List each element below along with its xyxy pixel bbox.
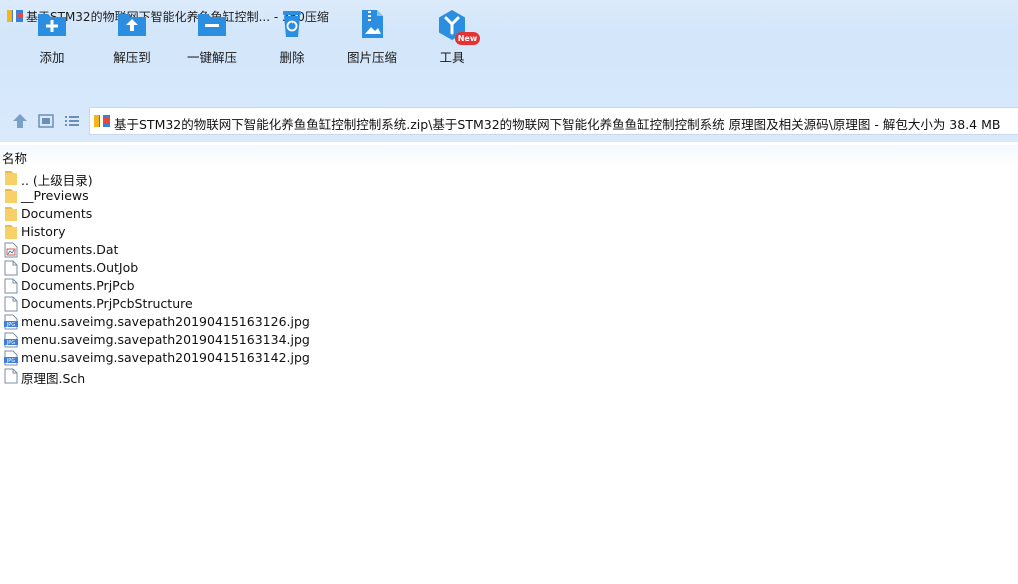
archive-icon bbox=[94, 115, 110, 127]
svg-text:JPG: JPG bbox=[6, 322, 15, 328]
list-item[interactable]: JPG menu.saveimg.savepath20190415163134.… bbox=[0, 331, 1018, 349]
jpg-file-icon: JPG bbox=[4, 350, 18, 366]
one-click-extract-button[interactable]: 一键解压 bbox=[177, 6, 247, 66]
address-path: 基于STM32的物联网下智能化养鱼鱼缸控制控制系统.zip\基于STM32的物联… bbox=[114, 117, 1001, 132]
folder-icon bbox=[5, 207, 17, 221]
folder-icon bbox=[5, 225, 17, 239]
extract-to-label: 解压到 bbox=[113, 50, 151, 65]
list-item[interactable]: .. (上级目录) bbox=[0, 169, 1018, 188]
new-badge: New bbox=[455, 32, 480, 45]
up-arrow-icon[interactable] bbox=[11, 112, 29, 130]
delete-button[interactable]: 删除 bbox=[257, 6, 327, 66]
add-label: 添加 bbox=[39, 50, 65, 65]
extract-to-icon bbox=[118, 14, 146, 36]
list-item[interactable]: 原理图.Sch bbox=[0, 367, 1018, 386]
file-name: menu.saveimg.savepath20190415163126.jpg bbox=[21, 314, 310, 329]
list-item[interactable]: History bbox=[0, 223, 1018, 241]
file-icon bbox=[4, 368, 18, 384]
file-name: 原理图.Sch bbox=[21, 371, 86, 386]
file-list: .. (上级目录) __Previews Documents History D… bbox=[0, 169, 1018, 386]
dat-file-icon bbox=[4, 242, 18, 258]
list-item[interactable]: Documents.Dat bbox=[0, 241, 1018, 259]
list-item[interactable]: Documents.OutJob bbox=[0, 259, 1018, 277]
image-compress-icon bbox=[362, 10, 383, 38]
file-icon bbox=[4, 260, 18, 276]
one-click-extract-label: 一键解压 bbox=[186, 50, 237, 65]
file-name: menu.saveimg.savepath20190415163142.jpg bbox=[21, 350, 310, 365]
one-click-extract-icon bbox=[198, 14, 226, 36]
file-name: Documents.Dat bbox=[21, 242, 119, 257]
file-name: Documents.OutJob bbox=[21, 260, 139, 275]
svg-text:JPG: JPG bbox=[6, 358, 15, 364]
image-compress-label: 图片压缩 bbox=[346, 50, 397, 65]
jpg-file-icon: JPG bbox=[4, 332, 18, 348]
list-view-icon[interactable] bbox=[63, 112, 81, 130]
svg-text:JPG: JPG bbox=[6, 340, 15, 346]
file-name: __Previews bbox=[21, 188, 89, 203]
file-name: Documents.PrjPcbStructure bbox=[21, 296, 193, 311]
column-name-header[interactable]: 名称 bbox=[2, 148, 27, 167]
file-name: History bbox=[21, 224, 66, 239]
thumbnail-view-icon[interactable] bbox=[37, 112, 55, 130]
folder-icon bbox=[5, 189, 17, 203]
list-item[interactable]: Documents.PrjPcbStructure bbox=[0, 295, 1018, 313]
folder-icon bbox=[5, 171, 17, 185]
add-button[interactable]: 添加 bbox=[17, 6, 87, 66]
delete-icon bbox=[283, 11, 301, 37]
column-header: 名称 bbox=[0, 145, 1018, 167]
file-name: Documents.PrjPcb bbox=[21, 278, 135, 293]
list-item[interactable]: __Previews bbox=[0, 187, 1018, 205]
image-compress-button[interactable]: 图片压缩 bbox=[337, 6, 407, 66]
list-item[interactable]: JPG menu.saveimg.savepath20190415163142.… bbox=[0, 349, 1018, 367]
file-name: Documents bbox=[21, 206, 93, 221]
file-name: menu.saveimg.savepath20190415163134.jpg bbox=[21, 332, 310, 347]
add-icon bbox=[38, 14, 66, 36]
list-item[interactable]: Documents bbox=[0, 205, 1018, 223]
tools-label: 工具 bbox=[439, 50, 465, 65]
list-item[interactable]: Documents.PrjPcb bbox=[0, 277, 1018, 295]
delete-label: 删除 bbox=[279, 50, 305, 65]
jpg-file-icon: JPG bbox=[4, 314, 18, 330]
file-icon bbox=[4, 278, 18, 294]
extract-to-button[interactable]: 解压到 bbox=[97, 6, 167, 66]
file-icon bbox=[4, 296, 18, 312]
list-item[interactable]: JPG menu.saveimg.savepath20190415163126.… bbox=[0, 313, 1018, 331]
address-field[interactable]: 基于STM32的物联网下智能化养鱼鱼缸控制控制系统.zip\基于STM32的物联… bbox=[89, 107, 1018, 135]
